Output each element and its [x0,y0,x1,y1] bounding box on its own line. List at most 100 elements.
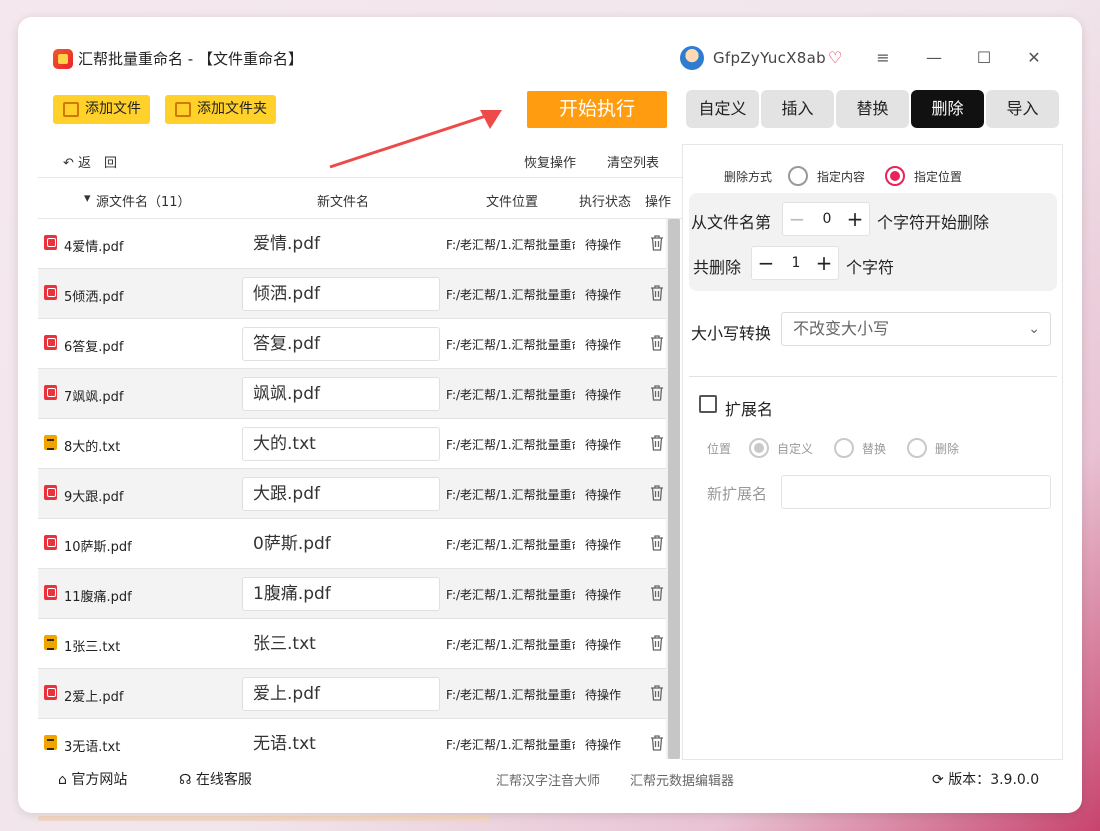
radio-specify-position[interactable] [885,166,905,186]
new-name-input[interactable]: 0萨斯.pdf [242,527,440,561]
add-folder-icon [175,102,191,117]
new-name-input[interactable]: 爱上.pdf [242,677,440,711]
table-row[interactable]: 6答复.pdf 答复.pdf F:/老汇帮/1.汇帮批量重命名 待操作 [38,319,666,369]
start-button[interactable]: 开始执行 [527,91,667,128]
count-minus-button[interactable]: − [752,247,780,279]
trash-icon[interactable] [650,234,664,251]
tab-delete[interactable]: 删除 [911,90,984,128]
new-name-input[interactable]: 1腹痛.pdf [242,577,440,611]
count-value[interactable]: 1 [779,247,813,279]
from-value[interactable]: 0 [810,203,844,235]
status-text: 待操作 [585,488,622,502]
extension-checkbox[interactable] [699,395,717,413]
tab-import[interactable]: 导入 [986,90,1059,128]
radio-ext-custom[interactable] [749,438,769,458]
file-location: F:/老汇帮/1.汇帮批量重命名 [446,588,575,602]
table-row[interactable]: 7飒飒.pdf 飒飒.pdf F:/老汇帮/1.汇帮批量重命名 待操作 [38,369,666,419]
new-name-input[interactable]: 张三.txt [242,627,440,661]
radio-ext-custom-label[interactable]: 自定义 [777,440,813,457]
from-minus-button[interactable]: − [783,203,811,235]
radio-specify-content[interactable] [788,166,808,186]
case-select[interactable]: 不改变大小写 ⌄ [781,312,1051,346]
trash-icon[interactable] [650,384,664,401]
table-row[interactable]: 2爱上.pdf 爱上.pdf F:/老汇帮/1.汇帮批量重命名 待操作 [38,669,666,719]
add-file-button[interactable]: 添加文件 [53,95,150,124]
radio-ext-replace-label[interactable]: 替换 [862,440,886,457]
extension-label[interactable]: 扩展名 [725,396,773,420]
new-name-input[interactable]: 大跟.pdf [242,477,440,511]
app-logo-icon [53,49,73,69]
close-button[interactable]: ✕ [1023,47,1045,69]
position-settings-box: 从文件名第 − 0 + 个字符开始删除 共删除 − 1 + 个字符 [689,193,1057,291]
new-name-input[interactable]: 答复.pdf [242,327,440,361]
maximize-button[interactable]: ☐ [973,47,995,69]
source-name: 11腹痛.pdf [64,590,132,605]
count-stepper[interactable]: − 1 + [751,246,839,280]
avatar[interactable] [680,46,704,70]
source-name: 1张三.txt [64,640,121,655]
new-name-input[interactable]: 倾洒.pdf [242,277,440,311]
scrollbar-thumb[interactable] [668,219,680,759]
table-row[interactable]: 8大的.txt 大的.txt F:/老汇帮/1.汇帮批量重命名 待操作 [38,419,666,469]
website-link[interactable]: ⌂ 官方网站 [58,769,127,789]
col-source[interactable]: 源文件名（11） [96,191,191,210]
support-link[interactable]: ☊ 在线客服 [179,769,252,789]
add-folder-button[interactable]: 添加文件夹 [165,95,276,124]
file-location: F:/老汇帮/1.汇帮批量重命名 [446,638,575,652]
new-name-input[interactable]: 爱情.pdf [242,227,440,261]
table-row[interactable]: 4爱情.pdf 爱情.pdf F:/老汇帮/1.汇帮批量重命名 待操作 [38,219,666,269]
trash-icon[interactable] [650,634,664,651]
trash-icon[interactable] [650,284,664,301]
new-extension-input[interactable] [781,475,1051,509]
source-name: 6答复.pdf [64,340,124,355]
from-plus-button[interactable]: + [841,203,869,235]
username[interactable]: GfpZyYucX8ab [713,49,826,67]
menu-button[interactable]: ≡ [872,47,894,69]
radio-ext-replace[interactable] [834,438,854,458]
count-plus-button[interactable]: + [810,247,838,279]
trash-icon[interactable] [650,534,664,551]
tab-custom[interactable]: 自定义 [686,90,759,128]
col-new-name: 新文件名 [317,195,370,210]
table-row[interactable]: 1张三.txt 张三.txt F:/老汇帮/1.汇帮批量重命名 待操作 [38,619,666,669]
pinyin-tool-link[interactable]: 汇帮汉字注音大师 [496,770,600,789]
minimize-button[interactable]: — [923,47,945,69]
radio-ext-delete[interactable] [907,438,927,458]
vip-diamond-icon[interactable]: ♡ [828,48,842,67]
source-name: 9大跟.pdf [64,490,124,505]
new-name-input[interactable]: 飒飒.pdf [242,377,440,411]
table-row[interactable]: 3无语.txt 无语.txt F:/老汇帮/1.汇帮批量重命名 待操作 [38,719,666,759]
trash-icon[interactable] [650,334,664,351]
restore-button[interactable]: 恢复操作 [524,152,576,171]
clear-list-button[interactable]: 清空列表 [607,152,659,171]
from-stepper[interactable]: − 0 + [782,202,870,236]
trash-icon[interactable] [650,484,664,501]
status-text: 待操作 [585,538,622,552]
sort-caret-icon[interactable]: ▾ [84,191,91,206]
trash-icon[interactable] [650,434,664,451]
tab-replace[interactable]: 替换 [836,90,909,128]
new-name-input[interactable]: 无语.txt [242,727,440,759]
version-number: 3.9.0.0 [990,772,1040,788]
delete-settings-panel: 删除方式 指定内容 指定位置 从文件名第 − 0 + 个字符开始删除 共删除 −… [682,144,1063,760]
file-list: 4爱情.pdf 爱情.pdf F:/老汇帮/1.汇帮批量重命名 待操作 5倾洒.… [38,219,666,759]
radio-ext-delete-label[interactable]: 删除 [935,440,959,457]
table-row[interactable]: 5倾洒.pdf 倾洒.pdf F:/老汇帮/1.汇帮批量重命名 待操作 [38,269,666,319]
txt-icon [44,735,57,750]
trash-icon[interactable] [650,684,664,701]
new-name-input[interactable]: 大的.txt [242,427,440,461]
radio-specify-position-label[interactable]: 指定位置 [914,168,962,185]
back-button[interactable]: ↶ 返 回 [63,152,117,171]
status-text: 待操作 [585,238,622,252]
col-location: 文件位置 [486,195,539,210]
table-row[interactable]: 11腹痛.pdf 1腹痛.pdf F:/老汇帮/1.汇帮批量重命名 待操作 [38,569,666,619]
tab-insert[interactable]: 插入 [761,90,834,128]
table-row[interactable]: 9大跟.pdf 大跟.pdf F:/老汇帮/1.汇帮批量重命名 待操作 [38,469,666,519]
metadata-tool-link[interactable]: 汇帮元数据编辑器 [630,770,734,789]
ext-position-label: 位置 [707,442,732,456]
version-info[interactable]: ⟳ 版本：3.9.0.0 [932,769,1039,789]
radio-specify-content-label[interactable]: 指定内容 [817,168,865,185]
trash-icon[interactable] [650,584,664,601]
trash-icon[interactable] [650,734,664,751]
table-row[interactable]: 10萨斯.pdf 0萨斯.pdf F:/老汇帮/1.汇帮批量重命名 待操作 [38,519,666,569]
